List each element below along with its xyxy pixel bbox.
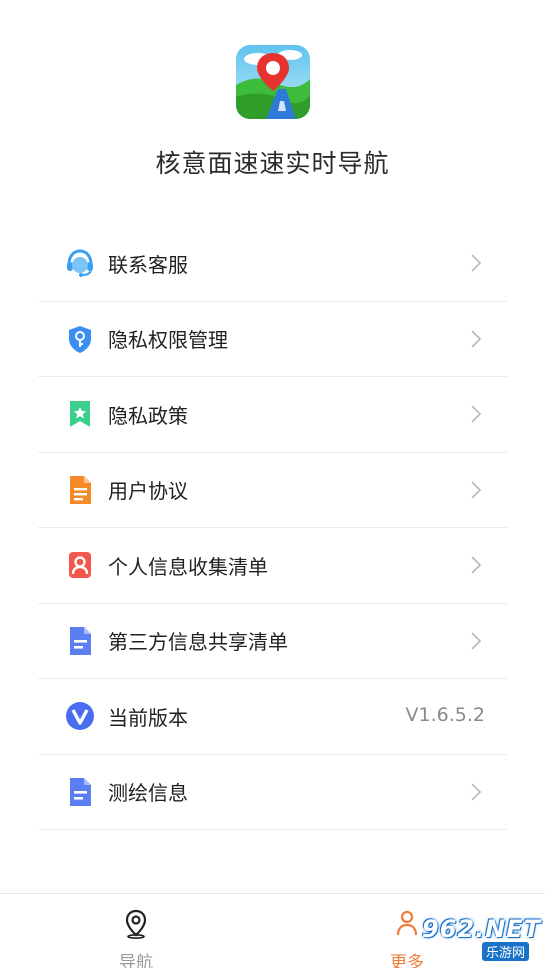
- app-logo-icon: [236, 45, 310, 119]
- menu-item-current-version[interactable]: 当前版本 V1.6.5.2: [38, 679, 507, 755]
- document-icon: [64, 474, 96, 506]
- tab-label: 导航: [119, 953, 153, 968]
- bookmark-star-icon: [64, 398, 96, 430]
- watermark-sub-text: 乐游网: [482, 942, 530, 961]
- chevron-right-icon: [471, 783, 482, 801]
- location-pin-icon: [125, 909, 147, 939]
- menu-item-label: 第三方信息共享清单: [108, 630, 288, 655]
- menu-item-privacy-permissions[interactable]: 隐私权限管理: [38, 302, 507, 377]
- file-list-icon: [64, 625, 96, 657]
- menu-item-label: 当前版本: [108, 705, 188, 730]
- chevron-right-icon: [471, 405, 482, 423]
- menu-item-label: 用户协议: [108, 479, 188, 504]
- app-header: 核意面速速实时导航: [0, 0, 545, 220]
- chevron-right-icon: [471, 481, 482, 499]
- menu-item-label: 个人信息收集清单: [108, 554, 268, 579]
- tab-navigation[interactable]: 导航: [96, 908, 176, 968]
- menu-item-label: 联系客服: [108, 252, 188, 277]
- menu-item-third-party-sharing[interactable]: 第三方信息共享清单: [38, 604, 507, 679]
- app-title: 核意面速速实时导航: [155, 149, 390, 178]
- menu-item-personal-info-list[interactable]: 个人信息收集清单: [38, 528, 507, 604]
- watermark-main-text: 962.NET: [422, 915, 542, 943]
- menu-item-customer-service[interactable]: 联系客服: [38, 226, 507, 302]
- site-watermark: 962.NET 乐游网: [410, 915, 545, 968]
- menu-item-mapping-info[interactable]: 测绘信息: [38, 755, 507, 830]
- shield-key-icon: [64, 323, 96, 355]
- menu-item-user-agreement[interactable]: 用户协议: [38, 453, 507, 528]
- version-v-icon: [64, 700, 96, 732]
- headset-icon: [64, 247, 96, 279]
- chevron-right-icon: [471, 632, 482, 650]
- menu-item-label: 隐私权限管理: [108, 328, 228, 353]
- chevron-right-icon: [471, 254, 482, 272]
- menu-item-label: 测绘信息: [108, 781, 188, 806]
- person-card-icon: [64, 549, 96, 581]
- settings-menu: 联系客服 隐私权限管理 隐私政策 用户协议 个人信息收集清单 第三方信息共享清单…: [38, 226, 507, 830]
- menu-item-label: 隐私政策: [108, 403, 188, 428]
- menu-item-privacy-policy[interactable]: 隐私政策: [38, 377, 507, 453]
- chevron-right-icon: [471, 330, 482, 348]
- version-value: V1.6.5.2: [405, 704, 485, 727]
- file-list-icon: [64, 776, 96, 808]
- chevron-right-icon: [471, 556, 482, 574]
